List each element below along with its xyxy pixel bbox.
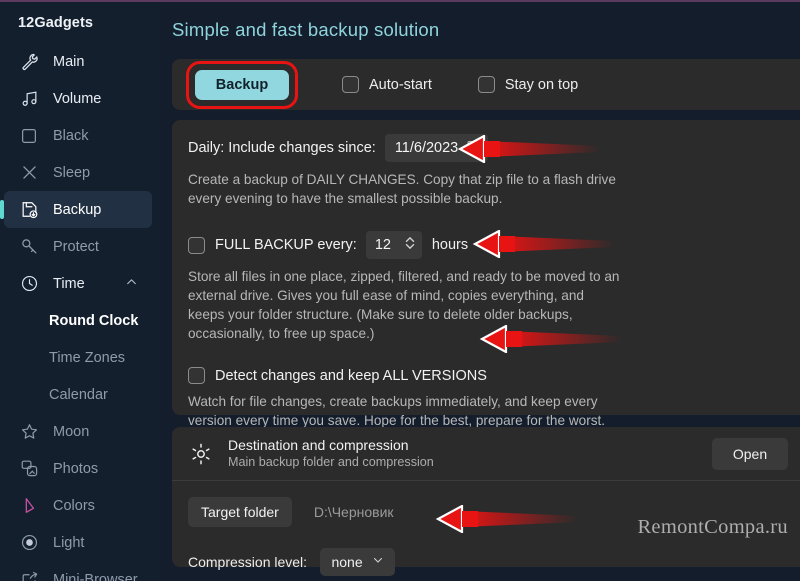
hours-unit-label: hours: [431, 237, 469, 253]
full-backup-block: FULL BACKUP every: 12 hours Store all fi…: [188, 231, 800, 343]
app-window: 12Gadgets Main Volume Black Sleep Backup…: [0, 0, 800, 581]
page-title: Simple and fast backup solution: [172, 19, 440, 40]
destination-text-group: Destination and compression Main backup …: [228, 437, 712, 470]
floppy-save-icon: [18, 199, 40, 221]
target-folder-path: D:\Черновик: [313, 504, 394, 520]
backup-tab-annotation-highlight: Backup: [186, 60, 298, 109]
destination-panel: Destination and compression Main backup …: [172, 427, 800, 576]
full-backup-description: Store all files in one place, zipped, fi…: [188, 269, 620, 341]
daily-date-field[interactable]: 11/6/2023: [384, 134, 489, 162]
daily-description: Create a backup of DAILY CHANGES. Copy t…: [188, 172, 616, 206]
detect-changes-label: Detect changes and keep ALL VERSIONS: [215, 367, 487, 384]
tab-backup[interactable]: Backup: [195, 69, 289, 100]
star-icon: [18, 421, 40, 443]
sidebar-item-protect[interactable]: Protect: [4, 228, 152, 265]
checkbox-box[interactable]: [477, 76, 495, 93]
sidebar-item-label: Time: [53, 275, 85, 292]
app-brand: 12Gadgets: [18, 15, 94, 31]
gear-icon: [188, 442, 214, 466]
detect-changes-row: Detect changes and keep ALL VERSIONS: [188, 367, 800, 384]
daily-label: Daily: Include changes since:: [188, 140, 376, 156]
tab-bar-panel: Backup Auto-start Stay on top: [172, 59, 800, 110]
full-backup-row: FULL BACKUP every: 12 hours: [188, 231, 800, 259]
sidebar-item-label: Colors: [53, 497, 95, 514]
checkbox-auto-start[interactable]: Auto-start: [342, 76, 432, 93]
sidebar-item-round-clock[interactable]: Round Clock: [0, 302, 160, 339]
checkbox-label: Stay on top: [504, 76, 579, 93]
key-icon: [18, 236, 40, 258]
chevron-up-icon[interactable]: [125, 275, 138, 292]
calendar-icon[interactable]: [466, 139, 480, 157]
sidebar-item-photos[interactable]: Photos: [4, 450, 152, 487]
sidebar-item-main[interactable]: Main: [4, 43, 152, 80]
full-backup-label: FULL BACKUP every:: [215, 237, 357, 253]
chevron-down-icon[interactable]: [372, 553, 384, 571]
sidebar-item-moon[interactable]: Moon: [4, 413, 152, 450]
sidebar-item-light[interactable]: Light: [4, 524, 152, 561]
main-content: Simple and fast backup solution Backup A…: [160, 2, 800, 581]
sidebar-item-label: Protect: [53, 238, 99, 255]
wrench-icon: [18, 51, 40, 73]
sidebar: 12Gadgets Main Volume Black Sleep Backup…: [0, 2, 160, 581]
square-icon: [18, 125, 40, 147]
sidebar-item-volume[interactable]: Volume: [4, 80, 152, 117]
destination-header: Destination and compression Main backup …: [172, 427, 800, 481]
hours-value: 12: [374, 237, 391, 253]
music-note-icon: [18, 88, 40, 110]
daily-date-value: 11/6/2023: [394, 140, 459, 156]
compression-level-select[interactable]: none: [320, 548, 396, 576]
checkbox-stay-on-top[interactable]: Stay on top: [477, 76, 579, 93]
sidebar-subitem-label: Calendar: [49, 386, 108, 403]
checkbox-full-backup[interactable]: [188, 236, 205, 254]
backup-options-panel: Daily: Include changes since: 11/6/2023 …: [172, 120, 800, 461]
checkbox-label: Auto-start: [369, 76, 432, 93]
photos-icon: [18, 458, 40, 480]
sidebar-item-label: Sleep: [53, 164, 91, 181]
target-folder-button[interactable]: Target folder: [188, 497, 292, 527]
site-watermark: RemontCompa.ru: [637, 516, 788, 538]
radio-dot-icon: [18, 532, 40, 554]
checkbox-detect-changes[interactable]: [188, 367, 205, 384]
share-box-icon: [18, 569, 40, 581]
destination-subtitle: Main backup folder and compression: [228, 455, 434, 469]
sidebar-item-time-zones[interactable]: Time Zones: [0, 339, 160, 376]
compression-value: none: [331, 554, 363, 570]
sidebar-item-mini-browser[interactable]: Mini-Browser: [4, 561, 152, 581]
sidebar-item-label: Main: [53, 53, 85, 70]
open-button[interactable]: Open: [712, 437, 788, 470]
sidebar-item-label: Backup: [53, 201, 102, 218]
sidebar-item-sleep[interactable]: Sleep: [4, 154, 152, 191]
triangle-icon: [18, 495, 40, 517]
sidebar-item-time[interactable]: Time: [4, 265, 152, 302]
clock-icon: [18, 273, 40, 295]
stepper-arrows-icon[interactable]: [404, 235, 416, 255]
sidebar-item-label: Mini-Browser: [53, 571, 138, 581]
sidebar-item-label: Moon: [53, 423, 90, 440]
sidebar-item-black[interactable]: Black: [4, 117, 152, 154]
sidebar-item-label: Black: [53, 127, 89, 144]
sidebar-subitem-label: Time Zones: [49, 349, 126, 366]
compression-label: Compression level:: [188, 554, 308, 570]
x-icon: [18, 162, 40, 184]
sidebar-subitem-label: Round Clock: [49, 312, 139, 329]
sidebar-item-calendar[interactable]: Calendar: [0, 376, 160, 413]
compression-row: Compression level: none: [188, 548, 800, 576]
sidebar-item-colors[interactable]: Colors: [4, 487, 152, 524]
sidebar-nav: Main Volume Black Sleep Backup Protect T…: [0, 43, 160, 581]
sidebar-item-label: Volume: [53, 90, 102, 107]
daily-backup-block: Daily: Include changes since: 11/6/2023 …: [188, 134, 800, 208]
sidebar-item-label: Photos: [53, 460, 99, 477]
daily-row: Daily: Include changes since: 11/6/2023: [188, 134, 800, 162]
detect-changes-description: Watch for file changes, create backups i…: [188, 394, 606, 428]
checkbox-box[interactable]: [342, 76, 359, 93]
full-backup-hours-stepper[interactable]: 12: [365, 231, 422, 259]
sidebar-item-label: Light: [53, 534, 85, 551]
sidebar-item-backup[interactable]: Backup: [0, 191, 152, 228]
destination-title: Destination and compression: [228, 437, 409, 453]
